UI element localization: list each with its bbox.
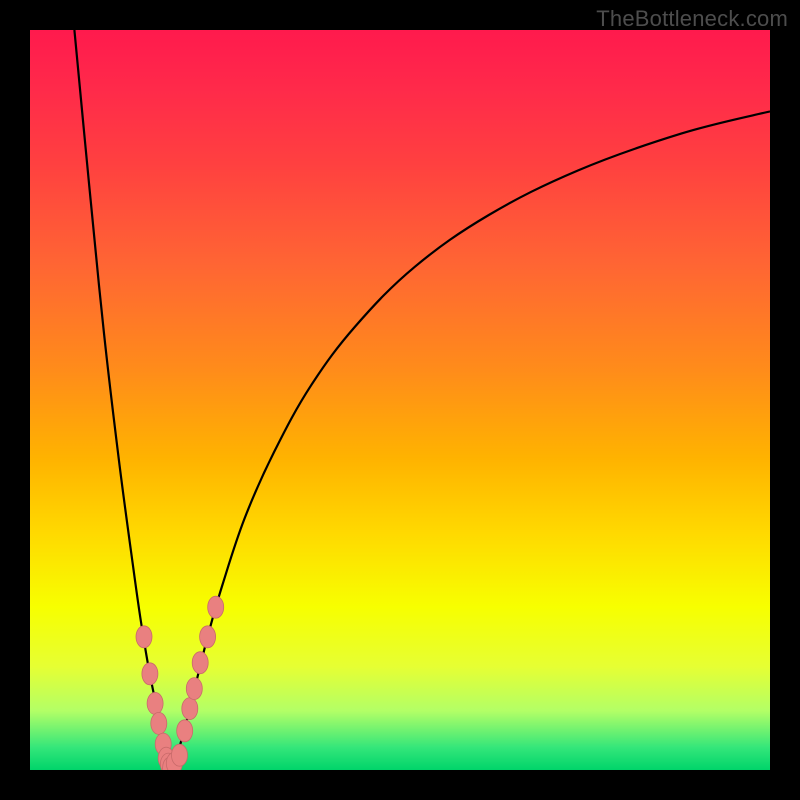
data-marker [186, 678, 202, 700]
data-marker [172, 744, 188, 766]
data-marker [136, 626, 152, 648]
curve-left [74, 30, 170, 770]
watermark-text: TheBottleneck.com [596, 6, 788, 32]
plot-area [30, 30, 770, 770]
data-marker [177, 720, 193, 742]
data-marker [208, 596, 224, 618]
curve-group [74, 30, 770, 770]
data-marker [151, 712, 167, 734]
chart-frame: TheBottleneck.com [0, 0, 800, 800]
chart-svg [30, 30, 770, 770]
data-marker [147, 692, 163, 714]
data-marker [192, 652, 208, 674]
data-marker [200, 626, 216, 648]
data-marker [142, 663, 158, 685]
curve-right [171, 111, 770, 770]
data-marker [182, 698, 198, 720]
